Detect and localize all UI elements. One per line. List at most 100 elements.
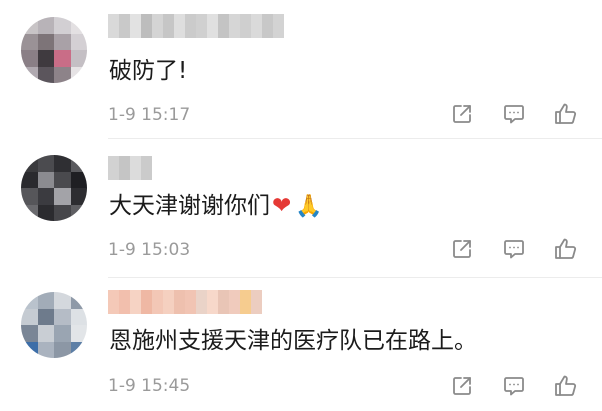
username-mosaic-block [108,290,119,314]
avatar-mosaic-tile [70,325,87,342]
avatar-mosaic-tile [21,188,38,205]
share-button[interactable] [448,372,476,400]
share-button[interactable] [448,100,476,128]
avatar-mosaic-tile [54,188,71,205]
username-mosaic-block [119,156,130,180]
avatar[interactable] [21,155,87,221]
avatar-mosaic-tile [70,155,87,172]
username-mosaic-block [251,14,262,38]
share-icon [450,102,474,126]
avatar-mosaic-tile [37,292,55,309]
comment-timestamp: 1-9 15:17 [108,105,191,125]
avatar-mosaic-tile [70,66,87,83]
comment-icon [501,102,527,126]
reply-button[interactable] [500,100,528,128]
avatar-mosaic-tile [70,308,87,326]
avatar-mosaic-tile [70,188,87,205]
avatar-mosaic-tile [21,341,38,358]
avatar-mosaic-tile [21,50,38,67]
avatar-mosaic-tile [70,341,87,358]
share-button[interactable] [448,235,476,263]
avatar-mosaic-tile [37,33,55,51]
username-mosaic-block [130,156,141,180]
avatar-mosaic-tile [21,171,38,189]
username-blurred[interactable] [108,14,284,38]
username-mosaic-block [119,14,130,38]
username-blurred[interactable] [108,156,152,180]
like-button[interactable] [552,235,580,263]
avatar-mosaic-tile [54,50,71,67]
avatar-mosaic-tile [37,155,55,172]
username-mosaic-block [174,14,185,38]
username-mosaic-block [152,290,163,314]
avatar-mosaic-tile [37,66,55,83]
share-icon [450,237,474,261]
avatar-mosaic-tile [70,171,87,189]
username-mosaic-block [207,14,218,38]
avatar-mosaic-tile [21,155,38,172]
avatar-mosaic-tile [54,171,71,189]
avatar-mosaic-tile [37,50,55,67]
comment-item: 恩施州支援天津的医疗队已在路上。 1-9 15:45 [0,278,602,411]
avatar-mosaic-tile [54,17,71,34]
like-icon [553,373,579,399]
comment-item: 破防了! 1-9 15:17 [0,0,602,139]
avatar-mosaic-tile [70,204,87,221]
avatar[interactable] [21,292,87,358]
username-mosaic-block [152,14,163,38]
comment-icon [501,237,527,261]
comment-timestamp: 1-9 15:03 [108,240,191,260]
username-mosaic-block [130,14,141,38]
comment-text: 恩施州支援天津的医疗队已在路上。 [109,326,477,356]
comment-text-body: 破防了! [109,58,188,84]
like-icon [553,101,579,127]
username-mosaic-block [196,14,207,38]
username-mosaic-block [185,14,196,38]
avatar-mosaic-tile [54,292,71,309]
avatar-mosaic-tile [54,308,71,326]
username-mosaic-block [130,290,141,314]
username-mosaic-block [163,14,174,38]
username-blurred[interactable] [108,290,262,314]
avatar-mosaic-tile [37,188,55,205]
heart-emoji: ❤ [272,193,292,219]
avatar-mosaic-tile [54,341,71,358]
avatar-mosaic-tile [37,325,55,342]
avatar-mosaic-tile [70,17,87,34]
avatar-mosaic-tile [37,341,55,358]
avatar-mosaic-tile [70,292,87,309]
avatar-mosaic-tile [21,308,38,326]
username-mosaic-block [108,156,119,180]
comment-actions [424,372,580,400]
comment-text: 大天津谢谢你们❤ 🙏 [109,191,323,222]
comment-item: 大天津谢谢你们❤ 🙏 1-9 15:03 [0,139,602,278]
avatar-mosaic-tile [21,66,38,83]
username-mosaic-block [262,14,273,38]
avatar-mosaic-tile [37,171,55,189]
reply-button[interactable] [500,372,528,400]
avatar-mosaic-tile [54,66,71,83]
username-mosaic-block [229,14,240,38]
comment-text-body: 恩施州支援天津的医疗队已在路上。 [109,328,477,354]
comment-actions [424,100,580,128]
username-mosaic-block [108,14,119,38]
username-mosaic-block [229,290,240,314]
username-mosaic-block [207,290,218,314]
comment-feed: 破防了! 1-9 15:17 大天津谢谢你们❤ 🙏 1-9 15:03 恩施州支援… [0,0,602,411]
avatar-mosaic-tile [21,325,38,342]
praying-hands-emoji: 🙏 [295,194,323,219]
avatar-mosaic-tile [37,17,55,34]
avatar-mosaic-tile [37,204,55,221]
like-icon [553,236,579,262]
like-button[interactable] [552,372,580,400]
avatar-mosaic-tile [21,17,38,34]
avatar-mosaic-tile [21,33,38,51]
comment-icon [501,374,527,398]
reply-button[interactable] [500,235,528,263]
avatar[interactable] [21,17,87,83]
comment-text-body: 大天津谢谢你们 [109,193,270,219]
avatar-mosaic-tile [54,325,71,342]
like-button[interactable] [552,100,580,128]
username-mosaic-block [251,290,262,314]
username-mosaic-block [240,14,251,38]
